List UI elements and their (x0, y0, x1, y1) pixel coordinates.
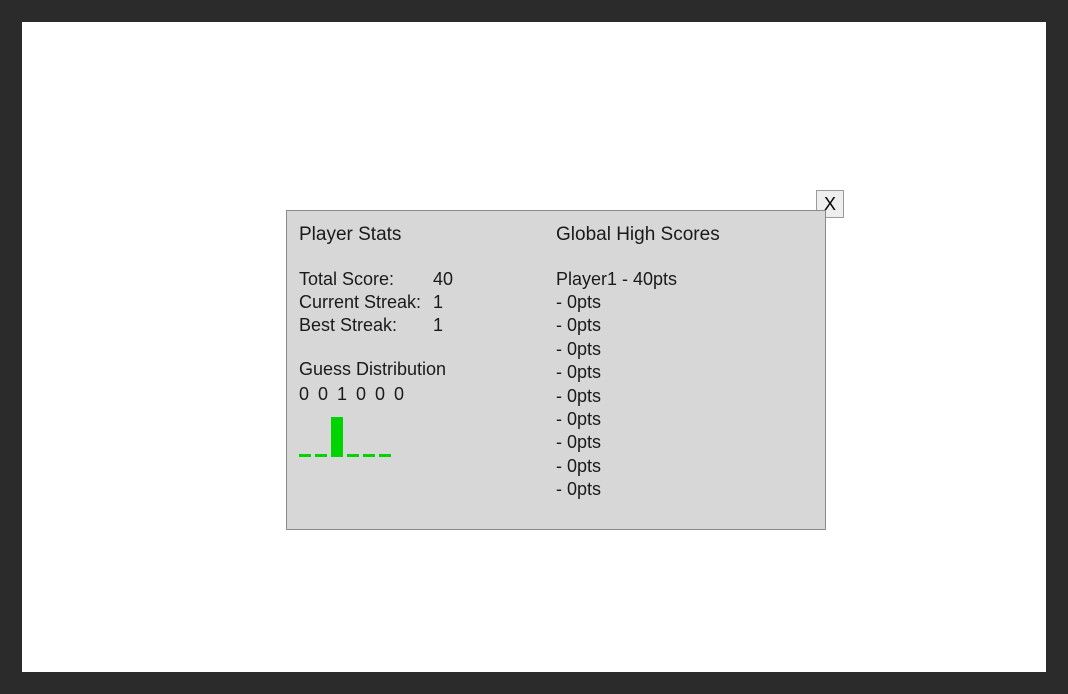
guess-distribution-values: 0 0 1 0 0 0 (299, 383, 548, 406)
best-streak-label: Best Streak: (299, 314, 429, 337)
high-score-row: - 0pts (556, 361, 813, 384)
chart-bar-5 (363, 454, 375, 457)
current-streak-value: 1 (433, 291, 443, 314)
total-score-value: 40 (433, 268, 453, 291)
guess-distribution-title: Guess Distribution (299, 358, 548, 381)
best-streak-row: Best Streak: 1 (299, 314, 548, 337)
high-score-row: - 0pts (556, 338, 813, 361)
high-score-row: Player1 - 40pts (556, 268, 813, 291)
best-streak-value: 1 (433, 314, 443, 337)
chart-bar-3 (331, 417, 343, 457)
high-score-row: - 0pts (556, 408, 813, 431)
current-streak-label: Current Streak: (299, 291, 429, 314)
total-score-label: Total Score: (299, 268, 429, 291)
high-scores-list: Player1 - 40pts - 0pts - 0pts - 0pts - 0… (556, 268, 813, 502)
chart-bar-6 (379, 454, 391, 457)
high-score-row: - 0pts (556, 291, 813, 314)
high-scores-title: Global High Scores (556, 223, 813, 248)
high-score-row: - 0pts (556, 455, 813, 478)
high-score-row: - 0pts (556, 385, 813, 408)
total-score-row: Total Score: 40 (299, 268, 548, 291)
high-score-row: - 0pts (556, 314, 813, 337)
stats-modal: Player Stats Total Score: 40 Current Str… (286, 210, 826, 530)
chart-bar-1 (299, 454, 311, 457)
current-streak-row: Current Streak: 1 (299, 291, 548, 314)
modal-columns: Player Stats Total Score: 40 Current Str… (299, 223, 813, 517)
player-stats-title: Player Stats (299, 223, 548, 248)
player-stats-column: Player Stats Total Score: 40 Current Str… (299, 223, 556, 517)
high-score-row: - 0pts (556, 431, 813, 454)
app-canvas: X Player Stats Total Score: 40 Current S… (22, 22, 1046, 672)
chart-bar-4 (347, 454, 359, 457)
high-score-row: - 0pts (556, 478, 813, 501)
high-scores-column: Global High Scores Player1 - 40pts - 0pt… (556, 223, 813, 517)
guess-distribution-chart (299, 413, 548, 457)
chart-bar-2 (315, 454, 327, 457)
